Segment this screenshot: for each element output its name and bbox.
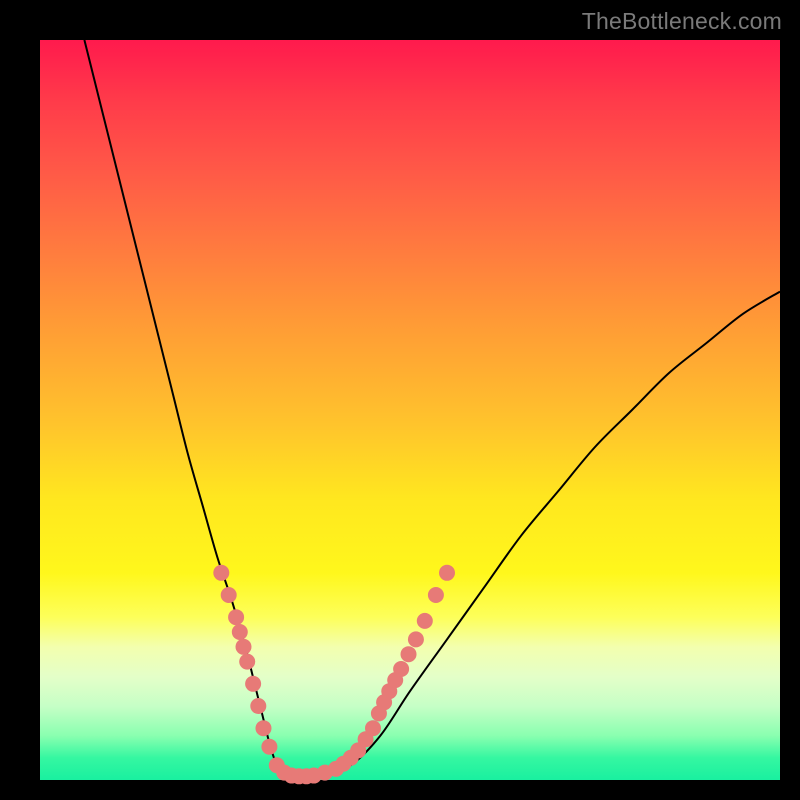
data-marker xyxy=(261,739,277,755)
data-marker xyxy=(232,624,248,640)
data-marker xyxy=(250,698,266,714)
data-marker xyxy=(401,646,417,662)
data-marker xyxy=(428,587,444,603)
bottleneck-curve-path xyxy=(84,40,780,777)
data-marker xyxy=(213,565,229,581)
data-marker xyxy=(408,631,424,647)
data-marker xyxy=(365,720,381,736)
data-marker xyxy=(236,639,252,655)
chart-svg xyxy=(40,40,780,780)
plot-area xyxy=(40,40,780,780)
data-marker xyxy=(245,676,261,692)
data-marker xyxy=(221,587,237,603)
data-marker xyxy=(228,609,244,625)
marker-group xyxy=(213,565,455,785)
data-marker xyxy=(439,565,455,581)
data-marker xyxy=(255,720,271,736)
data-marker xyxy=(239,654,255,670)
data-marker xyxy=(393,661,409,677)
data-marker xyxy=(417,613,433,629)
watermark-text: TheBottleneck.com xyxy=(582,8,782,35)
chart-frame: TheBottleneck.com xyxy=(0,0,800,800)
